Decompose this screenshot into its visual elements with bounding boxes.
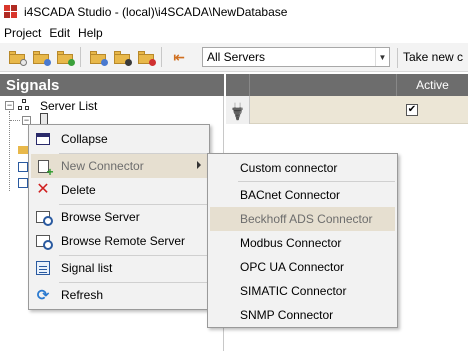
tree-line — [10, 120, 20, 121]
checkmark-icon: ✔ — [407, 104, 417, 115]
menu-bar: Project Edit Help — [0, 23, 468, 43]
menu-item-browse-server[interactable]: Browse Server — [31, 205, 207, 229]
menu-item-delete[interactable]: ✕ Delete — [31, 178, 207, 202]
server-list-icon — [18, 99, 30, 111]
chevron-down-icon[interactable]: ▼ — [375, 48, 389, 66]
folder-add-icon — [57, 50, 75, 66]
submenu-item-snmp-connector[interactable]: SNMP Connector — [210, 303, 395, 327]
new-connector-submenu: Custom connector BACnet Connector Beckho… — [207, 153, 398, 328]
folder-open-icon — [33, 50, 51, 66]
browse-server-icon — [36, 211, 53, 226]
exit-icon: ⇤ — [173, 48, 185, 65]
take-new-label[interactable]: Take new c — [403, 50, 463, 64]
toolbar-copy-button[interactable] — [87, 46, 109, 68]
submenu-arrow-icon — [197, 161, 201, 169]
toolbar-exit-button[interactable]: ⇤ — [168, 46, 190, 68]
submenu-item-simatic-connector[interactable]: SIMATIC Connector — [210, 279, 395, 303]
context-menu: Collapse New Connector ✕ Delete Browse S… — [28, 124, 210, 310]
servers-select-value: All Servers — [207, 50, 266, 64]
table-row[interactable]: 🔌 ✔ — [226, 96, 468, 124]
title-bar: i4SCADA Studio - (local)\i4SCADA\NewData… — [0, 0, 468, 23]
window-title: i4SCADA Studio - (local)\i4SCADA\NewData… — [24, 4, 288, 19]
toolbar-separator — [161, 47, 162, 67]
browse-remote-server-icon — [36, 235, 53, 250]
delete-icon: ✕ — [36, 181, 50, 198]
toolbar-separator — [80, 47, 81, 67]
menu-item-label: Collapse — [61, 132, 108, 146]
submenu-item-beckhoff-ads-connector[interactable]: Beckhoff ADS Connector — [210, 207, 395, 231]
refresh-icon: ⟳ — [36, 286, 50, 304]
app-logo-icon — [4, 4, 18, 19]
new-connector-icon — [37, 159, 54, 178]
folder-copy-icon — [90, 50, 108, 66]
folder-delete-icon — [138, 50, 156, 66]
menu-item-label: Signal list — [61, 261, 113, 275]
folder-new-icon — [9, 50, 27, 66]
menu-item-new-connector[interactable]: New Connector — [31, 154, 207, 178]
menu-item-browse-remote-server[interactable]: Browse Remote Server — [31, 229, 207, 253]
column-header-active[interactable]: Active — [396, 74, 468, 96]
menu-separator — [238, 181, 395, 182]
submenu-item-bacnet-connector[interactable]: BACnet Connector — [210, 183, 395, 207]
menu-item-refresh[interactable]: ⟳ Refresh — [31, 283, 207, 307]
folder-icon — [18, 146, 28, 154]
grid-header: Active — [226, 74, 468, 96]
folder-edit-icon — [114, 50, 132, 66]
grid-corner — [226, 74, 250, 96]
connector-icon — [18, 178, 28, 188]
servers-select[interactable]: All Servers ▼ — [202, 47, 390, 67]
signal-list-icon — [36, 261, 50, 275]
tree-line — [9, 111, 10, 191]
menu-item-signal-list[interactable]: Signal list — [31, 256, 207, 280]
connector-icon — [18, 162, 28, 172]
plug-icon: 🔌 — [226, 97, 250, 122]
active-checkbox[interactable]: ✔ — [406, 104, 418, 116]
menu-item-collapse[interactable]: Collapse — [31, 127, 207, 151]
menu-item-label: Browse Server — [61, 210, 140, 224]
tree-item-server-list[interactable]: Server List — [40, 99, 97, 113]
toolbar-delete-button[interactable] — [135, 46, 157, 68]
collapse-icon — [36, 133, 50, 145]
menu-item-label: Browse Remote Server — [61, 234, 186, 248]
toolbar-folder-add-button[interactable] — [54, 46, 76, 68]
menu-item-label: New Connector — [61, 159, 144, 173]
toolbar-new-folder-button[interactable] — [6, 46, 28, 68]
menu-help[interactable]: Help — [74, 26, 107, 40]
menu-item-label: Delete — [61, 183, 96, 197]
row-header: 🔌 — [226, 96, 250, 124]
submenu-item-modbus-connector[interactable]: Modbus Connector — [210, 231, 395, 255]
submenu-item-custom-connector[interactable]: Custom connector — [210, 156, 395, 180]
menu-item-label: Refresh — [61, 288, 104, 302]
toolbar-separator — [397, 48, 398, 68]
toolbar-edit-button[interactable] — [111, 46, 133, 68]
signals-panel-title: Signals — [0, 74, 224, 96]
menu-project[interactable]: Project — [0, 26, 45, 40]
menu-edit[interactable]: Edit — [45, 26, 74, 40]
submenu-item-opc-ua-connector[interactable]: OPC UA Connector — [210, 255, 395, 279]
toolbar-open-folder-button[interactable] — [30, 46, 52, 68]
tree-expander-root[interactable]: − — [5, 101, 14, 110]
